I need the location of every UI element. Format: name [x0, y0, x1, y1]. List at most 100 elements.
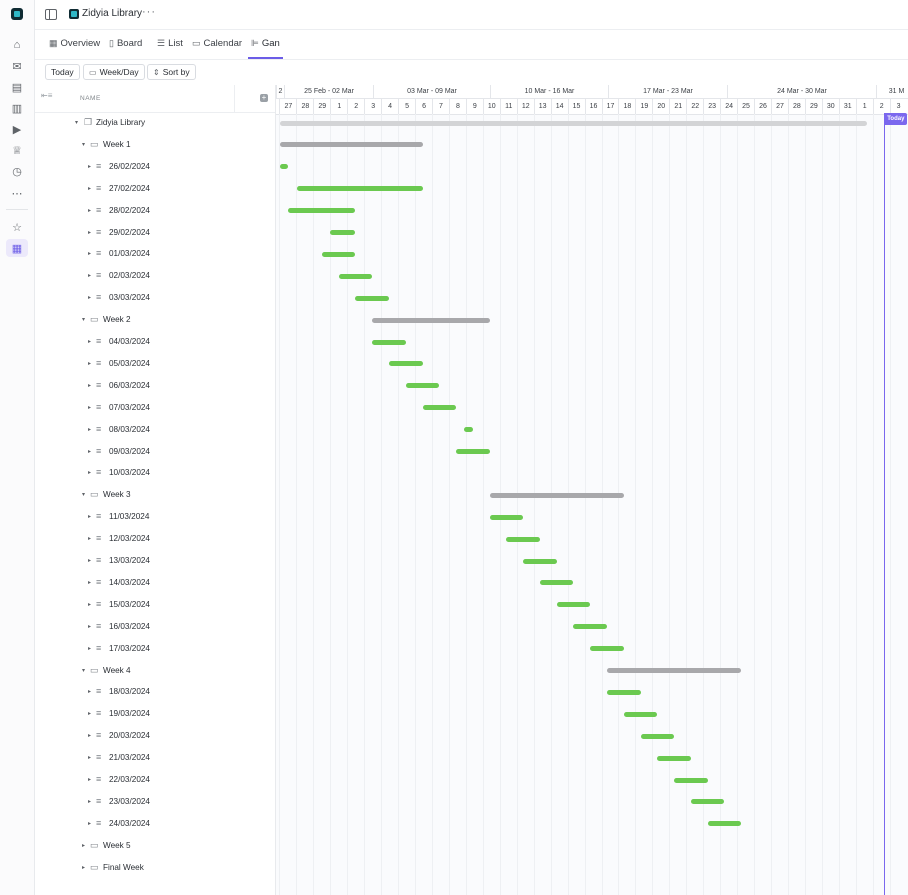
list-row[interactable]: ▾ ❐ Zidyia Library	[35, 112, 275, 134]
expand-caret-icon[interactable]: ▸	[88, 163, 91, 170]
task-name[interactable]: 12/03/2024	[109, 534, 150, 543]
list-bar[interactable]	[280, 120, 867, 126]
task-name[interactable]: 27/02/2024	[109, 184, 150, 193]
tab-calendar[interactable]: ▭ Calendar	[192, 38, 242, 58]
expand-caret-icon[interactable]: ▸	[82, 842, 85, 849]
group-bar[interactable]	[372, 317, 490, 323]
expand-caret-icon[interactable]: ▸	[88, 404, 91, 411]
expand-caret-icon[interactable]: ▸	[88, 448, 91, 455]
task-row[interactable]: ▸ ≡ 27/02/2024	[35, 178, 275, 200]
expand-caret-icon[interactable]: ▸	[88, 688, 91, 695]
task-name[interactable]: 22/03/2024	[109, 775, 150, 784]
task-row[interactable]: ▸ ≡ 26/02/2024	[35, 156, 275, 178]
task-name[interactable]: 24/03/2024	[109, 819, 150, 828]
task-bar[interactable]	[590, 646, 624, 652]
spaces-icon[interactable]: ▦	[6, 239, 28, 257]
task-row[interactable]: ▸ ≡ 14/03/2024	[35, 572, 275, 594]
task-bar[interactable]	[573, 624, 607, 630]
task-row[interactable]: ▸ ≡ 09/03/2024	[35, 441, 275, 463]
task-row[interactable]: ▸ ≡ 07/03/2024	[35, 397, 275, 419]
expand-caret-icon[interactable]: ▸	[88, 535, 91, 542]
task-bar[interactable]	[389, 361, 423, 367]
expand-caret-icon[interactable]: ▸	[88, 601, 91, 608]
task-name[interactable]: 23/03/2024	[109, 797, 150, 806]
task-name[interactable]: 14/03/2024	[109, 578, 150, 587]
task-name[interactable]: 21/03/2024	[109, 753, 150, 762]
task-bar[interactable]	[330, 230, 356, 235]
today-button[interactable]: Today	[45, 64, 80, 80]
expand-caret-icon[interactable]: ▸	[88, 623, 91, 630]
group-name[interactable]: Week 1	[103, 140, 131, 149]
task-row[interactable]: ▸ ≡ 22/03/2024	[35, 769, 275, 791]
task-row[interactable]: ▸ ≡ 16/03/2024	[35, 616, 275, 638]
sort-by-button[interactable]: ⇕ Sort by	[147, 64, 196, 80]
task-bar[interactable]	[422, 405, 457, 411]
group-row[interactable]: ▸ ▭ Final Week	[35, 857, 275, 879]
inbox-icon[interactable]: ✉	[9, 58, 25, 74]
group-bar[interactable]	[489, 492, 624, 498]
task-row[interactable]: ▸ ≡ 02/03/2024	[35, 265, 275, 287]
add-column-icon[interactable]: +	[260, 94, 268, 102]
expand-caret-icon[interactable]: ▸	[88, 207, 91, 214]
expand-caret-icon[interactable]: ▸	[82, 864, 85, 871]
group-name[interactable]: Zidyia Library	[96, 118, 145, 127]
expand-caret-icon[interactable]: ▾	[82, 667, 85, 674]
task-name[interactable]: 06/03/2024	[109, 381, 150, 390]
task-name[interactable]: 04/03/2024	[109, 337, 150, 346]
task-bar[interactable]	[657, 755, 691, 761]
task-name[interactable]: 03/03/2024	[109, 293, 150, 302]
tab-board[interactable]: ▯ Board	[109, 38, 142, 58]
group-row[interactable]: ▾ ▭ Week 3	[35, 484, 275, 506]
expand-caret-icon[interactable]: ▸	[88, 229, 91, 236]
task-bar[interactable]	[707, 821, 742, 827]
task-row[interactable]: ▸ ≡ 11/03/2024	[35, 506, 275, 528]
task-row[interactable]: ▸ ≡ 04/03/2024	[35, 331, 275, 353]
home-icon[interactable]: ⌂	[9, 37, 25, 53]
expand-caret-icon[interactable]: ▸	[88, 382, 91, 389]
task-name[interactable]: 29/02/2024	[109, 228, 150, 237]
task-bar[interactable]	[623, 711, 658, 717]
task-bar[interactable]	[280, 164, 289, 170]
task-name[interactable]: 08/03/2024	[109, 425, 150, 434]
task-row[interactable]: ▸ ≡ 24/03/2024	[35, 813, 275, 835]
timesheets-icon[interactable]: ◷	[9, 163, 25, 179]
task-row[interactable]: ▸ ≡ 10/03/2024	[35, 462, 275, 484]
expand-caret-icon[interactable]: ▸	[88, 250, 91, 257]
task-row[interactable]: ▸ ≡ 15/03/2024	[35, 594, 275, 616]
workspace-more-icon[interactable]: ···	[142, 6, 156, 18]
task-bar[interactable]	[489, 514, 524, 520]
expand-caret-icon[interactable]: ▸	[88, 710, 91, 717]
group-bar[interactable]	[280, 142, 423, 148]
task-bar[interactable]	[690, 799, 725, 805]
workspace-name[interactable]: Zidyia Library	[82, 8, 142, 19]
sidebar-toggle-icon[interactable]	[45, 9, 57, 20]
task-bar[interactable]	[464, 427, 473, 433]
task-name[interactable]: 07/03/2024	[109, 403, 150, 412]
expand-caret-icon[interactable]: ▾	[82, 491, 85, 498]
task-bar[interactable]	[539, 580, 574, 586]
task-bar[interactable]	[640, 733, 675, 739]
task-row[interactable]: ▸ ≡ 17/03/2024	[35, 638, 275, 660]
task-row[interactable]: ▸ ≡ 23/03/2024	[35, 791, 275, 813]
group-name[interactable]: Final Week	[103, 863, 144, 872]
expand-caret-icon[interactable]: ▸	[88, 272, 91, 279]
task-row[interactable]: ▸ ≡ 08/03/2024	[35, 419, 275, 441]
task-name[interactable]: 02/03/2024	[109, 271, 150, 280]
task-row[interactable]: ▸ ≡ 12/03/2024	[35, 528, 275, 550]
task-name[interactable]: 28/02/2024	[109, 206, 150, 215]
task-name[interactable]: 09/03/2024	[109, 447, 150, 456]
expand-caret-icon[interactable]: ▸	[88, 776, 91, 783]
expand-caret-icon[interactable]: ▸	[88, 557, 91, 564]
task-name[interactable]: 20/03/2024	[109, 731, 150, 740]
expand-caret-icon[interactable]: ▸	[88, 513, 91, 520]
expand-caret-icon[interactable]: ▸	[88, 798, 91, 805]
task-row[interactable]: ▸ ≡ 29/02/2024	[35, 222, 275, 244]
task-bar[interactable]	[607, 689, 641, 695]
name-column-header[interactable]: NAME	[80, 95, 101, 102]
task-row[interactable]: ▸ ≡ 01/03/2024	[35, 243, 275, 265]
task-bar[interactable]	[288, 208, 356, 214]
group-bar[interactable]	[607, 668, 742, 673]
task-bar[interactable]	[321, 251, 356, 257]
tab-overview[interactable]: ▦ Overview	[49, 38, 100, 58]
task-row[interactable]: ▸ ≡ 13/03/2024	[35, 550, 275, 572]
